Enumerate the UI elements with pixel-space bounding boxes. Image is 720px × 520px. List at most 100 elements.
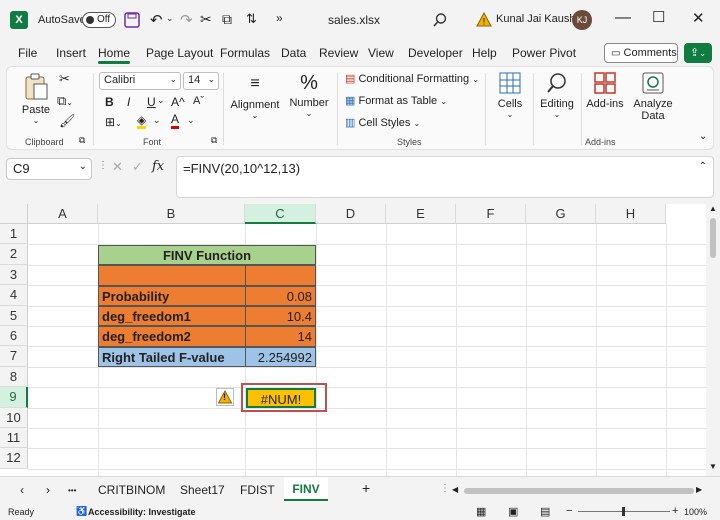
copy-icon[interactable]: ⧉⌄	[57, 93, 73, 109]
format-as-table-button[interactable]: ▦ Format as Table ⌄	[345, 94, 447, 107]
add-sheet-button[interactable]: +	[362, 480, 370, 496]
chevron-down-icon[interactable]: ⌄	[187, 115, 195, 126]
row-header-7[interactable]: 7	[0, 346, 28, 367]
editing-button[interactable]: Editing ⌄	[537, 71, 577, 119]
row-header-6[interactable]: 6	[0, 326, 28, 347]
dialog-launcher-icon[interactable]: ⧉	[211, 135, 217, 146]
font-size-select[interactable]: 14 ⌄	[183, 72, 219, 90]
cut-icon[interactable]: ✂	[59, 71, 70, 87]
value-probability[interactable]: 0.08	[245, 285, 316, 306]
decrease-font-button[interactable]: Aˇ	[193, 95, 204, 107]
formula-input[interactable]: =FINV(20,10^12,13) ⌃	[176, 156, 714, 198]
cells-button[interactable]: Cells ⌄	[491, 71, 529, 119]
tab-insert[interactable]: Insert	[56, 46, 86, 60]
vertical-scrollbar[interactable]: ▲ ▼	[706, 204, 720, 476]
underline-button[interactable]: U	[147, 95, 156, 109]
conditional-formatting-button[interactable]: ▤ Conditional Formatting ⌄	[345, 72, 479, 85]
expand-formula-icon[interactable]: ⌃	[699, 161, 707, 172]
row-header-5[interactable]: 5	[0, 305, 28, 326]
row-header-3[interactable]: 3	[0, 264, 28, 286]
search-icon[interactable]	[432, 12, 448, 28]
borders-icon[interactable]: ⊞⌄	[105, 115, 122, 129]
column-header-d[interactable]: D	[316, 204, 386, 224]
column-header-b[interactable]: B	[98, 204, 245, 224]
column-header-e[interactable]: E	[386, 204, 456, 224]
horizontal-scrollbar[interactable]: ◀ ▶	[452, 485, 706, 497]
zoom-slider-thumb[interactable]	[622, 507, 625, 516]
confirm-entry-icon[interactable]: ✓	[132, 159, 143, 175]
collapse-ribbon-icon[interactable]: ⌄	[699, 131, 707, 142]
column-header-c[interactable]: C	[245, 204, 316, 224]
sheet-tab-fdist[interactable]: FDIST	[240, 483, 275, 497]
error-cell-c9[interactable]: #NUM!	[246, 388, 316, 409]
chevron-down-icon[interactable]: ⌄	[157, 95, 165, 106]
chevron-down-icon[interactable]: ⌄	[153, 115, 161, 126]
row-header-9[interactable]: 9	[0, 387, 28, 408]
column-header-h[interactable]: H	[596, 204, 666, 224]
number-button[interactable]: % Number ⌄	[287, 71, 331, 118]
italic-button[interactable]: I	[127, 95, 130, 109]
copy-icon[interactable]: ⧉	[222, 11, 232, 28]
column-header-g[interactable]: G	[526, 204, 596, 224]
filename[interactable]: sales.xlsx	[328, 13, 380, 27]
tab-developer[interactable]: Developer	[408, 46, 463, 60]
page-break-view-icon[interactable]: ▤	[540, 505, 550, 518]
blank-cell-b3[interactable]	[98, 265, 246, 286]
row-header-11[interactable]: 11	[0, 428, 28, 449]
maximize-icon[interactable]: ☐	[652, 8, 665, 26]
tab-page-layout[interactable]: Page Layout	[146, 46, 213, 60]
horizontal-scroll-thumb[interactable]	[464, 488, 694, 494]
add-ins-button[interactable]: Add-ins	[583, 71, 627, 110]
share-button[interactable]: ⇪⌄	[684, 43, 712, 63]
customize-toolbar-icon[interactable]: »	[276, 11, 283, 25]
column-header-a[interactable]: A	[28, 204, 98, 224]
accessibility-status[interactable]: Accessibility: Investigate	[88, 507, 196, 517]
sheet-tab-finv[interactable]: FINV	[284, 477, 328, 501]
analyze-data-button[interactable]: Analyze Data	[631, 71, 675, 122]
tab-help[interactable]: Help	[472, 46, 497, 60]
tab-split-handle[interactable]: ⋮	[440, 483, 450, 494]
row-header-12[interactable]: 12	[0, 448, 28, 469]
comments-button[interactable]: ▭ Comments	[604, 43, 678, 63]
select-all-corner[interactable]	[0, 204, 28, 224]
chevron-down-icon[interactable]: ⌄	[166, 13, 174, 24]
table-title-cell[interactable]: FINV Function	[98, 244, 316, 266]
tab-file[interactable]: File	[18, 46, 37, 60]
undo-icon[interactable]: ↶	[150, 11, 163, 29]
font-color-icon[interactable]: A	[171, 113, 180, 129]
scroll-left-icon[interactable]: ◀	[452, 485, 458, 494]
name-box[interactable]: C9 ⌄	[6, 158, 92, 180]
sort-icon[interactable]: ⇅	[246, 11, 257, 27]
label-deg-freedom2[interactable]: deg_freedom2	[98, 326, 246, 347]
label-probability[interactable]: Probability	[98, 285, 246, 306]
row-header-8[interactable]: 8	[0, 366, 28, 388]
value-deg-freedom2[interactable]: 14	[245, 326, 316, 347]
save-icon[interactable]	[124, 12, 140, 28]
normal-view-icon[interactable]: ▦	[476, 505, 486, 518]
scroll-down-icon[interactable]: ▼	[709, 462, 717, 471]
sheet-scroll-right-icon[interactable]: ›	[46, 483, 50, 497]
cancel-entry-icon[interactable]: ✕	[112, 159, 123, 175]
row-header-1[interactable]: 1	[0, 224, 28, 245]
tab-data[interactable]: Data	[281, 46, 306, 60]
avatar[interactable]: KJ	[572, 10, 592, 30]
page-layout-view-icon[interactable]: ▣	[508, 505, 518, 518]
row-header-2[interactable]: 2	[0, 244, 28, 265]
value-deg-freedom1[interactable]: 10.4	[245, 306, 316, 327]
tab-power-pivot[interactable]: Power Pivot	[512, 46, 576, 60]
column-header-f[interactable]: F	[456, 204, 526, 224]
dialog-launcher-icon[interactable]: ⧉	[79, 135, 85, 146]
cut-icon[interactable]: ✂	[200, 11, 212, 28]
close-icon[interactable]: ✕	[692, 9, 705, 27]
row-header-4[interactable]: 4	[0, 285, 28, 306]
tab-formulas[interactable]: Formulas	[220, 46, 270, 60]
scroll-thumb[interactable]	[710, 218, 716, 258]
format-painter-icon[interactable]: 🖌	[59, 113, 76, 129]
tab-review[interactable]: Review	[319, 46, 358, 60]
font-name-select[interactable]: Calibri ⌄	[99, 72, 181, 90]
alignment-button[interactable]: ≡ Alignment ⌄	[229, 75, 281, 120]
bold-button[interactable]: B	[105, 95, 114, 109]
fill-color-icon[interactable]: ◈	[137, 114, 147, 129]
zoom-slider[interactable]	[578, 507, 670, 516]
sheet-scroll-left-icon[interactable]: ‹	[20, 483, 24, 497]
